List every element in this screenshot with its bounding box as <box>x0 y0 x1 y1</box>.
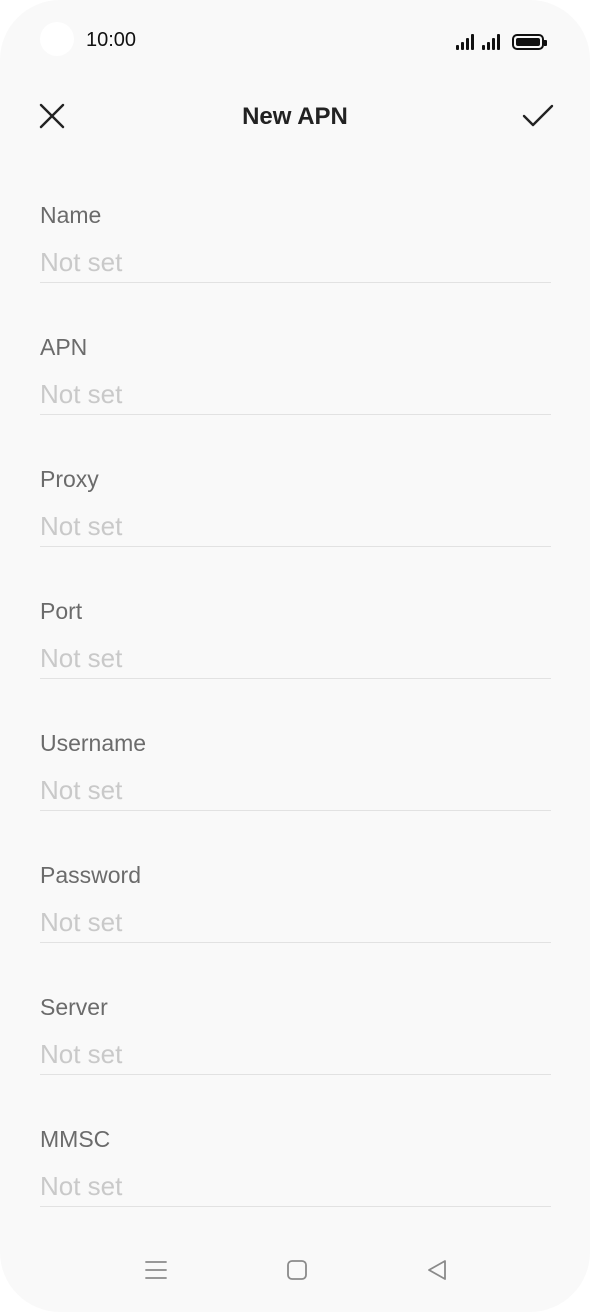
field-password: Password <box>40 856 551 988</box>
server-input[interactable] <box>40 1034 551 1075</box>
signal-icon <box>482 34 500 50</box>
check-icon <box>522 104 554 127</box>
field-apn: APN <box>40 328 551 460</box>
signal-icon <box>456 34 474 50</box>
navigation-bar <box>0 1236 590 1312</box>
name-input[interactable] <box>40 242 551 283</box>
home-icon <box>287 1260 307 1280</box>
back-icon <box>428 1260 446 1280</box>
apn-input[interactable] <box>40 374 551 415</box>
field-proxy: Proxy <box>40 460 551 592</box>
field-server: Server <box>40 988 551 1120</box>
field-label: APN <box>40 334 88 360</box>
field-label: MMSC <box>40 1126 111 1152</box>
username-input[interactable] <box>40 770 551 811</box>
mmsc-input[interactable] <box>40 1166 551 1207</box>
status-icons <box>456 30 547 50</box>
field-label: Password <box>40 862 141 888</box>
field-port: Port <box>40 592 551 724</box>
page-title: New APN <box>242 103 348 130</box>
field-label: Server <box>40 994 108 1020</box>
apn-form: Name APN Proxy Port Username Password Se… <box>40 196 551 1252</box>
front-camera <box>40 22 74 56</box>
back-button[interactable] <box>415 1248 459 1292</box>
battery-icon <box>512 34 547 50</box>
field-username: Username <box>40 724 551 856</box>
recent-apps-button[interactable] <box>134 1248 178 1292</box>
field-mmsc: MMSC <box>40 1120 551 1252</box>
status-bar: 10:00 <box>0 0 590 80</box>
confirm-button[interactable] <box>516 94 560 138</box>
field-label: Proxy <box>40 466 99 492</box>
port-input[interactable] <box>40 638 551 679</box>
phone-screen: 10:00 New APN Name Not set APN Not set P… <box>0 0 590 1312</box>
field-label: Port <box>40 598 83 624</box>
menu-icon <box>145 1261 167 1279</box>
field-name: Name <box>40 196 551 328</box>
field-label: Username <box>40 730 147 756</box>
password-input[interactable] <box>40 902 551 943</box>
app-bar: New APN <box>0 84 590 148</box>
status-time: 10:00 <box>86 29 137 51</box>
field-label: Name <box>40 202 102 228</box>
home-button[interactable] <box>275 1248 319 1292</box>
proxy-input[interactable] <box>40 506 551 547</box>
